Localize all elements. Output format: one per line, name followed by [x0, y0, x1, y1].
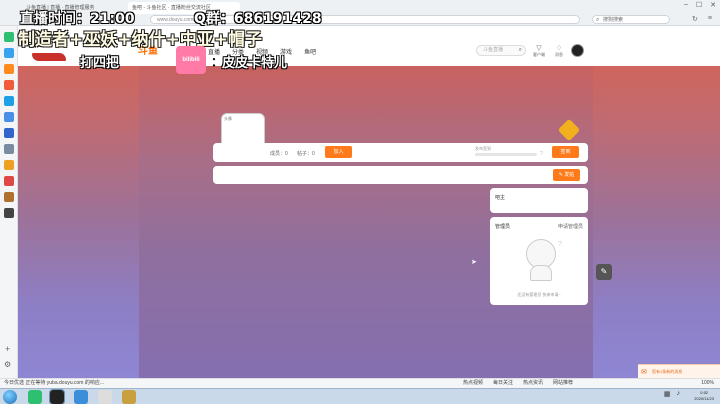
status-link[interactable]: 热点视频 [463, 379, 483, 388]
start-icon[interactable] [3, 390, 17, 404]
posts-stat: 帖子：0 [297, 151, 315, 157]
maximize-icon[interactable]: ☐ [696, 1, 702, 9]
status-text: 今日优选 正在等待 yuba.douyu.com 的响应... [4, 380, 105, 386]
new-post-button[interactable]: ✎ 发帖 [553, 169, 580, 181]
clock[interactable]: 0:52 2020/11/23 [694, 390, 714, 402]
browser-sidebar: + ⚙ [0, 26, 18, 378]
site-search-input[interactable]: 斗鱼直播 ⌕ [476, 45, 526, 56]
empty-mascot-icon: ? [524, 239, 562, 283]
messages-button[interactable]: ♢ 消息 [548, 44, 570, 58]
apply-admin-link[interactable]: 申请管理员 [558, 223, 583, 230]
messages-label: 消息 [555, 52, 563, 57]
sidebar-app-icon[interactable] [4, 160, 14, 170]
minimize-icon[interactable]: – [684, 1, 688, 9]
settings-icon[interactable]: ⚙ [4, 360, 11, 369]
members-stat: 成员：0 [270, 151, 288, 157]
status-link[interactable]: 网站推荐 [553, 379, 573, 388]
status-links: 热点视频 每日关注 热点资讯 网站推荐 [463, 379, 573, 388]
post-bar: ✎ 发帖 [213, 166, 588, 184]
help-icon[interactable]: ? [540, 151, 543, 157]
close-icon[interactable]: ✕ [710, 1, 716, 9]
sidebar-app-icon[interactable] [4, 96, 14, 106]
browser-search-input[interactable]: ⌕ 搜狗搜索 [592, 15, 670, 24]
taskbar-app-icon[interactable] [98, 390, 112, 404]
status-link[interactable]: 热点资讯 [523, 379, 543, 388]
taskbar-browser-icon[interactable] [28, 390, 42, 404]
sidebar-app-icon[interactable] [4, 80, 14, 90]
empty-admins-text: 还没有管理员 快来申请~ [517, 292, 561, 297]
browser-nav-icons: ↻ ≡ [692, 15, 712, 23]
taskbar-app-icon[interactable] [74, 390, 88, 404]
clock-date: 2020/11/23 [694, 396, 714, 401]
volume-icon[interactable]: ♪ [677, 390, 681, 398]
signin-button[interactable]: 签到 [552, 146, 579, 158]
credits-overlay: 制造者+巫妖+纳什+中亚+帽子 [18, 30, 262, 50]
sidebar-app-icon[interactable] [4, 208, 14, 218]
refresh-icon[interactable]: ↻ [692, 15, 698, 23]
search-icon[interactable]: ⌕ [519, 46, 522, 55]
window-controls: – ☐ ✕ [684, 1, 716, 9]
play-count-overlay: 打四把 [80, 56, 120, 71]
network-icon[interactable]: ▦ [664, 390, 671, 398]
sidebar-app-icon[interactable] [4, 192, 14, 202]
taskbar-app-icon[interactable] [49, 389, 65, 404]
avatar-alt-text: 头像 [224, 116, 232, 121]
nav-item-yuba[interactable]: 鱼吧 [304, 47, 316, 56]
windows-taskbar: ▦ ♪ 0:52 2020/11/23 [0, 388, 720, 404]
browser-logo-icon[interactable] [4, 32, 14, 42]
message-toast[interactable]: ✉ 您有1条新的消息 [638, 364, 720, 378]
menu-icon[interactable]: ≡ [708, 15, 712, 23]
client-button[interactable]: ▽ 客户端 [528, 44, 550, 58]
owner-card: 吧主 [490, 188, 588, 213]
owner-title: 吧主 [495, 195, 506, 201]
envelope-icon: ✉ [641, 369, 647, 376]
forum-info-bar: 成员：0 帖子：0 加入 发布签到 ? 签到 [213, 143, 588, 162]
sidebar-app-icon[interactable] [4, 128, 14, 138]
taskbar-game-icon[interactable] [122, 390, 136, 404]
gift-icon: ▽ [536, 45, 542, 52]
sidebar-app-icon[interactable] [4, 64, 14, 74]
bell-icon: ♢ [555, 45, 563, 52]
progress-bar [475, 153, 537, 156]
sidebar-app-icon[interactable] [4, 144, 14, 154]
toast-text: 您有1条新的消息 [652, 369, 683, 374]
progress-label: 发布签到 [475, 146, 491, 151]
site-logo-icon[interactable] [32, 50, 66, 64]
join-button[interactable]: 加入 [325, 146, 352, 158]
client-label: 客户端 [533, 52, 545, 57]
edit-icon[interactable]: ✎ [596, 264, 612, 280]
admins-title: 管理员 [495, 224, 511, 230]
sidebar-app-icon[interactable] [4, 48, 14, 58]
site-search-placeholder: 斗鱼直播 [483, 47, 504, 53]
zoom-level[interactable]: 100% [701, 379, 714, 388]
browser-search-placeholder: 搜狗搜索 [603, 17, 624, 23]
avatar[interactable] [571, 44, 584, 57]
sidebar-app-icon[interactable] [4, 112, 14, 122]
search-icon: ⌕ [596, 17, 600, 23]
mouse-cursor-icon: ➤ [471, 259, 477, 266]
admins-card: 管理员 申请管理员 ? 还没有管理员 快来申请~ [490, 217, 588, 305]
page-area: 斗鱼 直播 分类 视频 游戏 鱼吧 斗鱼直播 ⌕ ▽ 客户端 ♢ 消息 头像 成… [18, 26, 720, 378]
sidebar-app-icon[interactable] [4, 176, 14, 186]
system-tray: ▦ ♪ [664, 390, 680, 398]
post-label: 发帖 [564, 172, 575, 178]
browser-status-bar: 今日优选 正在等待 yuba.douyu.com 的响应... 热点视频 每日关… [0, 378, 720, 388]
add-icon[interactable]: + [5, 344, 10, 354]
status-link[interactable]: 每日关注 [493, 379, 513, 388]
bilibili-logo: bilibili [176, 46, 206, 74]
level-badge-icon[interactable] [557, 118, 581, 142]
streamer-name-overlay: 皮皮卡特儿 [222, 56, 288, 71]
